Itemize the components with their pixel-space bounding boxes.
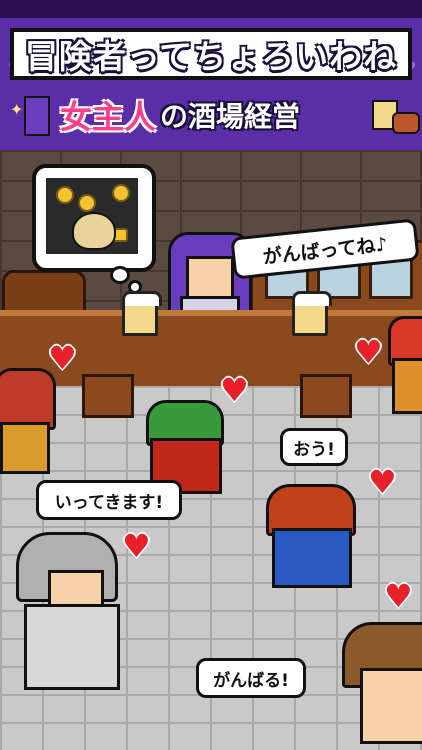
bar-stool [300,374,352,418]
game-title-line1-box: 冒険者ってちょろいわね [10,28,412,80]
title-rest: の酒場経営 [160,100,301,133]
food-plate-icon [392,112,420,134]
coin-icon [56,186,74,204]
thought-bubble [32,164,156,272]
thought-dot [110,266,130,284]
adventurer-body [272,528,352,588]
coin-icon [78,194,96,212]
heart-icon: ♥ [384,577,413,615]
title-highlight: 女主人 [60,98,157,136]
beer-mug-icon [292,291,332,336]
sparkle-icon: ✦ [10,100,24,119]
adventurer-speech-bubble: いってきます! [36,480,182,520]
game-title-line2: 女主人 の酒場経営 [60,90,300,140]
adventurer-body [0,422,50,474]
heart-icon: ♥ [368,463,397,501]
money-thought [46,178,138,254]
coin-icon [112,184,130,202]
bar-stool [82,374,134,418]
adventurer-speech-bubble: がんばる! [196,658,306,698]
beer-mug-icon [122,291,162,336]
heart-icon: ♥ [122,527,151,565]
adventurer-speech-text: いってきます! [54,492,164,513]
title-banner: ♥ ♥ 冒険者ってちょろいわね ✦ 女主人 の酒場経営 [0,0,422,150]
heart-icon: ♥ [48,339,77,377]
adventurer-face [360,668,422,744]
adventurer-speech-bubble: おう! [280,428,348,466]
pixel-heroine-icon [24,96,50,136]
money-bag-icon [72,212,116,250]
adventurer-speech-text: おう! [293,439,335,460]
adventurer-body [392,358,422,414]
adventurer-speech-text: がんばる! [213,670,289,691]
knight-armor [24,604,120,690]
heart-icon: ♥ [354,333,383,371]
barkeep-speech-text: がんばってね♪ [261,233,389,268]
adventurer-hair [0,368,56,430]
tavern-scene: がんばってね♪ ♥ ♥ ♥ ♥ ♥ ♥ おう! いってきます! がんばる! [0,150,422,750]
game-title-line1: 冒険者ってちょろいわね [24,37,398,76]
banner-top-stripe [0,0,422,18]
heart-icon: ♥ [220,371,249,409]
